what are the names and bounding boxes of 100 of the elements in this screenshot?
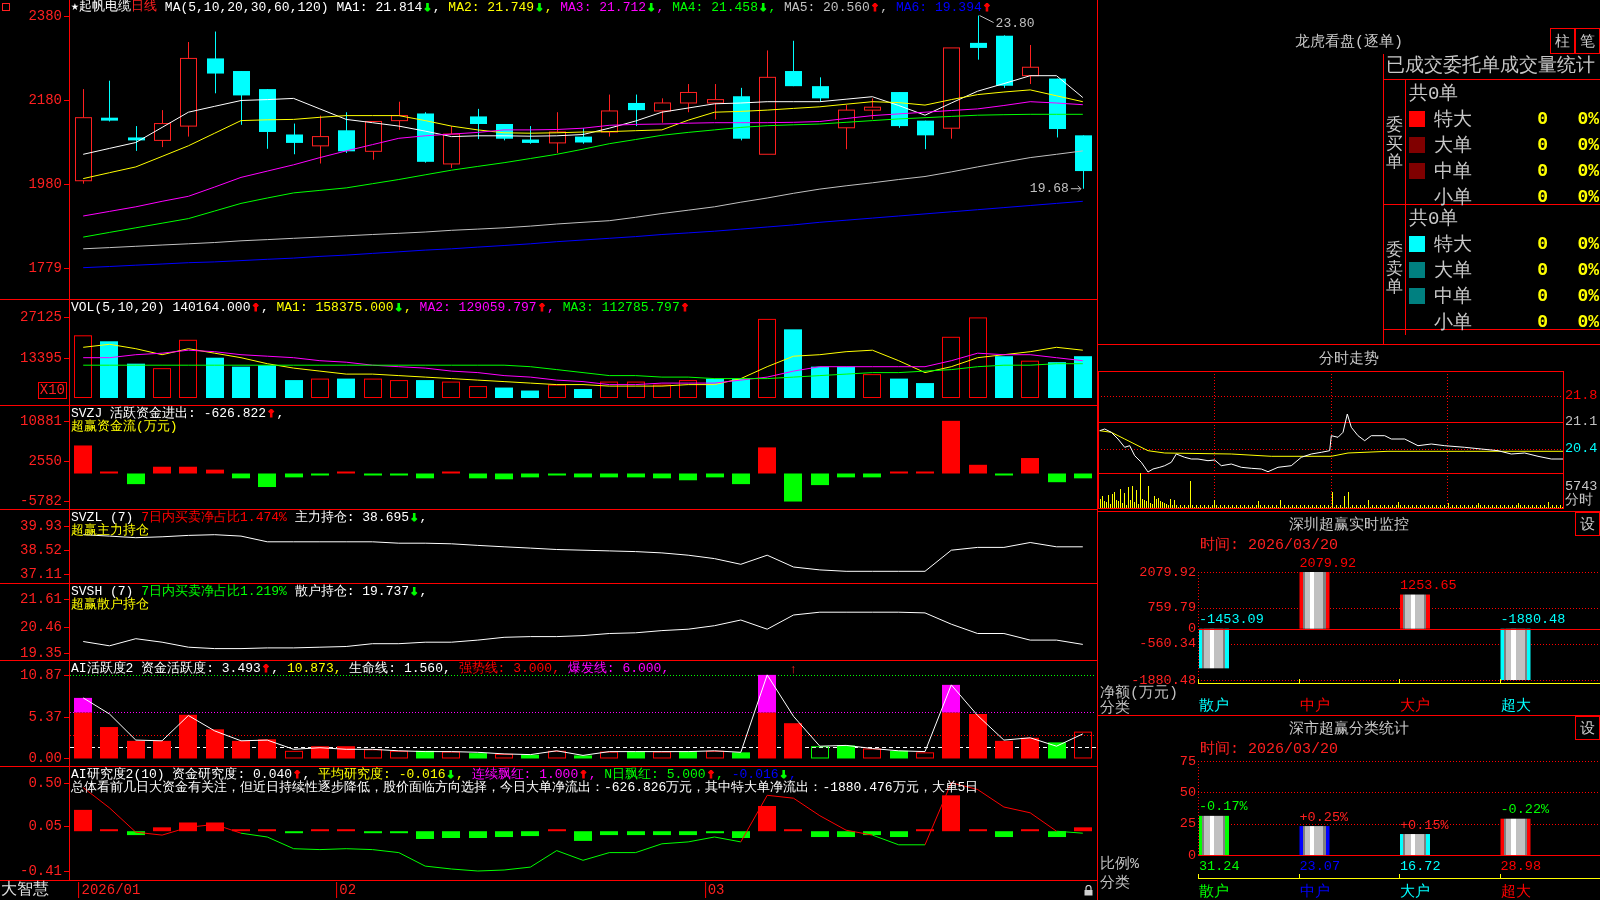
volume-bar [679,380,697,398]
research-bar [679,831,697,836]
activity-bar [390,750,408,759]
research-bar [495,831,513,838]
fund-flow-bar [311,473,329,476]
research-bar [837,831,855,838]
volume-bar [390,380,408,398]
axis-tick-label: 75 [1179,753,1196,769]
group-label: 委卖单 [1386,241,1403,299]
fund-flow-bar [179,466,197,474]
candlestick [970,15,987,61]
activity-bar [706,750,724,759]
activity-bar [232,740,250,759]
volume-bar [1048,362,1066,398]
order-size-label: 中单 [1434,160,1472,184]
category-label: 散户 [1199,697,1229,715]
fund-flow-bar [706,473,724,478]
view-toggle-button[interactable]: 笔 [1575,28,1600,54]
research-bar [127,831,145,836]
research-bar [416,831,434,839]
ratio-bar [1199,815,1229,855]
settings-button[interactable]: 设 [1575,512,1600,536]
fund-flow-bar [232,473,250,479]
high-price-label: 23.80 [995,16,1035,32]
net-amount-bar [1299,572,1330,629]
activity-bar [206,729,224,759]
axis-tick-label: 1980 [28,176,62,191]
axis-tick-label: 5.37 [28,710,62,725]
research-bar [521,831,539,837]
candlestick [391,101,408,131]
axis-tick-label: 21.61 [20,592,62,607]
price-label: 21.8 [1565,389,1598,403]
net-amount-bar [1400,594,1430,629]
pointer-arrow [1070,185,1082,193]
axis-tick-label: 27125 [20,310,62,324]
axis-tick-label: 0.05 [28,819,62,834]
axis-title: 比例% [1100,855,1139,873]
net-amount-bar [1500,628,1531,680]
axis-tick-label: 1779 [28,261,62,276]
panel-title: 深圳超赢实时监控 [1289,515,1409,534]
order-size-label: 小单 [1434,186,1472,209]
indicator-legend: SVSH (7) 7日内买卖净占比1.219% 散户持仓: 19.737↓, [71,584,428,597]
research-bar [179,822,197,832]
research-bar [1048,831,1066,838]
research-bar [732,831,750,838]
candlestick [417,111,434,164]
candlestick [338,111,355,154]
settings-button[interactable]: 设 [1575,716,1600,740]
order-count: 0 [1537,187,1548,207]
research-bar [548,829,566,832]
change-percent-label: -0.22% [1500,802,1550,818]
volume-bar [311,378,329,398]
fund-flow-bar [758,447,776,474]
candlestick [286,123,303,155]
research-bar [285,831,303,834]
fund-flow-bar [679,473,697,481]
activity-bar [364,749,382,759]
change-percent-label: -0.17% [1199,799,1248,815]
view-toggle-button[interactable]: 柱 [1550,28,1575,54]
candlestick [917,120,934,150]
research-bar [784,829,802,832]
fund-flow-bar [837,473,855,478]
volume-bar [285,380,303,398]
candlestick [365,120,382,161]
fund-flow-bar [74,445,92,474]
panel-title: 龙虎看盘(逐单) [1295,32,1403,51]
volume-bar [153,368,171,398]
fund-flow-bar [416,473,434,479]
candlestick [680,83,697,113]
table-title: 已成交委托单成交量统计 [1384,54,1600,80]
volume-bar [442,381,460,398]
fund-flow-bar [521,473,539,478]
candlestick [312,115,329,164]
order-size-label: 中单 [1434,285,1472,309]
volume-bar [811,366,829,398]
axis-tick-label: 0.00 [28,751,62,766]
volume-bar [1074,356,1092,398]
panel-title: 深市超赢分类统计 [1289,719,1409,738]
volume-bar [232,366,250,398]
volume-bar [600,381,618,398]
price-label: 21.1 [1565,415,1598,429]
volume-bar [995,356,1013,398]
axis-tick-label: 13395 [20,351,62,365]
activity-bar [153,740,171,759]
research-bar [1074,827,1092,832]
volume-bar [784,329,802,398]
indicator-legend: AI研究度2(10) 资金研究度: 0.040↑, 平均研究度: -0.016↓, 连续飘红: 1.000↑, N日飘红: 5.000↑, -0.016↓, [71,767,797,780]
fund-flow-bar [653,473,671,479]
activity-bar [258,739,276,759]
order-percent: 0% [1577,286,1599,306]
fund-flow-bar [890,471,908,474]
axis-tick-label: 2380 [28,8,62,23]
axis-tick-label: 20.46 [20,619,62,634]
ratio-bar [1299,826,1330,855]
candlestick [443,125,460,169]
volume-bar [653,384,671,398]
change-percent-label: +0.15% [1400,817,1449,833]
activity-bar [653,751,671,759]
category-label: 超大 [1500,883,1531,900]
activity-bar [469,753,487,759]
